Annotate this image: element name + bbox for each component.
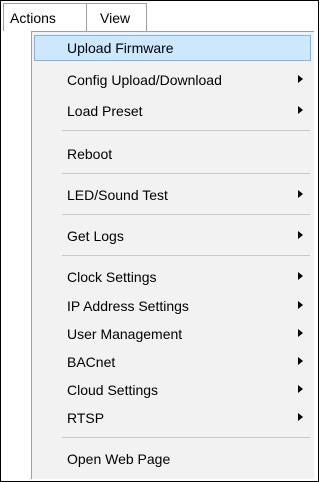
menubar-actions[interactable]: Actions xyxy=(3,3,87,31)
menubar-view[interactable]: View xyxy=(87,3,147,31)
menu-item-bacnet[interactable]: BACnet xyxy=(34,349,311,375)
menu-item-load-preset[interactable]: Load Preset xyxy=(34,98,311,124)
submenu-arrow-icon xyxy=(298,413,303,421)
menu-separator xyxy=(62,214,310,215)
menu-item-label: Clock Settings xyxy=(67,269,157,285)
menu-item-label: RTSP xyxy=(67,410,105,426)
submenu-arrow-icon xyxy=(298,190,303,198)
submenu-arrow-icon xyxy=(298,75,303,83)
menu-item-get-logs[interactable]: Get Logs xyxy=(34,223,311,249)
menu-item-rtsp[interactable]: RTSP xyxy=(34,405,311,431)
menu-item-label: Open Web Page xyxy=(67,451,171,467)
menu-item-ip-address-settings[interactable]: IP Address Settings xyxy=(34,293,311,319)
menu-item-led-sound-test[interactable]: LED/Sound Test xyxy=(34,182,311,208)
menu-item-label: Load Preset xyxy=(67,103,143,119)
submenu-arrow-icon xyxy=(298,301,303,309)
menu-item-label: User Management xyxy=(67,326,183,342)
menu-separator xyxy=(62,437,310,438)
menu-item-upload-firmware[interactable]: Upload Firmware xyxy=(34,35,311,61)
submenu-arrow-icon xyxy=(298,385,303,393)
menu-separator xyxy=(62,255,310,256)
menu-item-config-upload-download[interactable]: Config Upload/Download xyxy=(34,67,311,93)
menu-item-cloud-settings[interactable]: Cloud Settings xyxy=(34,377,311,403)
menu-item-user-management[interactable]: User Management xyxy=(34,321,311,347)
submenu-arrow-icon xyxy=(298,357,303,365)
menu-item-label: Upload Firmware xyxy=(67,40,174,56)
menu-item-label: BACnet xyxy=(67,354,116,370)
submenu-arrow-icon xyxy=(298,329,303,337)
menu-bar: Actions View xyxy=(3,3,316,31)
menu-item-open-web-page[interactable]: Open Web Page xyxy=(34,446,311,472)
menu-item-label: Config Upload/Download xyxy=(67,72,222,88)
menu-item-label: Cloud Settings xyxy=(67,382,159,398)
actions-dropdown-menu: Upload Firmware Config Upload/Download L… xyxy=(31,31,314,479)
menu-item-label: Reboot xyxy=(67,146,113,162)
menu-item-label: IP Address Settings xyxy=(67,298,189,314)
submenu-arrow-icon xyxy=(298,106,303,114)
window-frame: Actions View Upload Firmware Config Uplo… xyxy=(0,0,319,482)
menu-separator xyxy=(62,130,310,131)
menu-separator xyxy=(62,173,310,174)
menu-item-label: LED/Sound Test xyxy=(67,187,168,203)
submenu-arrow-icon xyxy=(298,272,303,280)
menu-item-clock-settings[interactable]: Clock Settings xyxy=(34,264,311,290)
menu-item-label: Get Logs xyxy=(67,228,124,244)
menu-item-reboot[interactable]: Reboot xyxy=(34,141,311,167)
submenu-arrow-icon xyxy=(298,231,303,239)
